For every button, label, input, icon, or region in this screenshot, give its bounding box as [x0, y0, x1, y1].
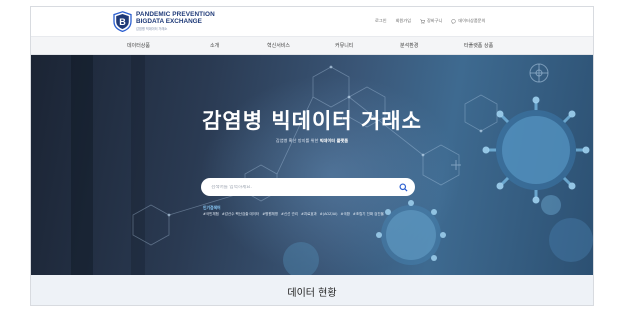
popular-tag[interactable]: #병원체명: [262, 212, 278, 217]
cart-label: 장바구니: [426, 18, 443, 23]
popular-tag[interactable]: #국민체험: [203, 212, 219, 217]
chat-icon: [451, 18, 457, 24]
popular-tag[interactable]: #국환: [341, 212, 350, 217]
nav-item-analysis-env[interactable]: 분석환경: [400, 42, 418, 49]
svg-text:B: B: [119, 17, 126, 27]
cart-link[interactable]: 장바구니: [420, 18, 442, 24]
search-bar: [201, 178, 415, 196]
popular-keywords: #국민체험 #감산수 핵산검출 데이터 #병원체명 #신선 관리 #치료효과 #…: [203, 212, 384, 217]
nav-item-community[interactable]: 커뮤니티: [335, 42, 353, 49]
consult-link[interactable]: 데이터상품문의: [451, 18, 485, 24]
popular-tag[interactable]: #감산수 핵산검출 데이터: [222, 212, 259, 217]
popular-tag[interactable]: #(AOZ/AI): [320, 212, 338, 217]
search-icon: [398, 182, 408, 192]
nav-item-innovation-service[interactable]: 혁신서비스: [267, 42, 290, 49]
popular-tag[interactable]: #신선 관리: [281, 212, 298, 217]
site-logo[interactable]: B PANDEMIC PREVENTION BIGDATA EXCHANGE 감…: [113, 11, 215, 32]
nav-item-other-platform[interactable]: 타플랫폼 상품: [464, 42, 493, 49]
data-status-section: 데이터 현황: [31, 275, 593, 305]
hero-subtitle: 감염병 확산 방지를 위한 빅데이터 플랫폼: [31, 138, 593, 144]
browser-frame: B PANDEMIC PREVENTION BIGDATA EXCHANGE 감…: [30, 6, 594, 306]
hero-subtitle-text: 감염병 확산 방지를 위한: [275, 138, 320, 143]
search-input[interactable]: [211, 184, 398, 190]
consult-label: 데이터상품문의: [458, 18, 486, 23]
search-button[interactable]: [398, 182, 408, 192]
popular-tag[interactable]: #치료효과: [301, 212, 317, 217]
logo-title-line2: BIGDATA EXCHANGE: [136, 18, 202, 26]
section-title: 데이터 현황: [287, 288, 337, 299]
cart-icon: [420, 18, 425, 24]
logo-subtitle: 감염병 빅데이터 거래소: [136, 26, 168, 31]
utility-menu: 로그인 회원가입 장바구니 데이터상품문의: [375, 18, 485, 24]
signup-label: 회원가입: [395, 18, 411, 23]
popular-keywords-label: 인기검색어: [203, 205, 221, 210]
nav-item-data-products[interactable]: 데이터상품: [127, 42, 150, 49]
login-label: 로그인: [375, 18, 387, 23]
top-header: B PANDEMIC PREVENTION BIGDATA EXCHANGE 감…: [31, 7, 593, 36]
popular-tag[interactable]: #조립기 진짜 검진율: [353, 212, 384, 217]
signup-link[interactable]: 회원가입: [396, 18, 411, 24]
shield-logo-icon: B: [113, 11, 132, 32]
hero-title: 감염병 빅데이터 거래소: [202, 109, 422, 133]
login-link[interactable]: 로그인: [375, 18, 387, 24]
nav-item-about[interactable]: 소개: [210, 42, 219, 49]
virus-illustration: [132, 63, 593, 275]
main-nav: 데이터상품 소개 혁신서비스 커뮤니티 분석환경 타플랫폼 상품: [31, 36, 593, 55]
hero-subtitle-bold: 빅데이터 플랫폼: [319, 138, 349, 143]
logo-text: PANDEMIC PREVENTION BIGDATA EXCHANGE 감염병…: [136, 11, 215, 31]
hero-banner: 감염병 빅데이터 거래소 감염병 확산 방지를 위한 빅데이터 플랫폼 인기검색…: [31, 55, 593, 275]
